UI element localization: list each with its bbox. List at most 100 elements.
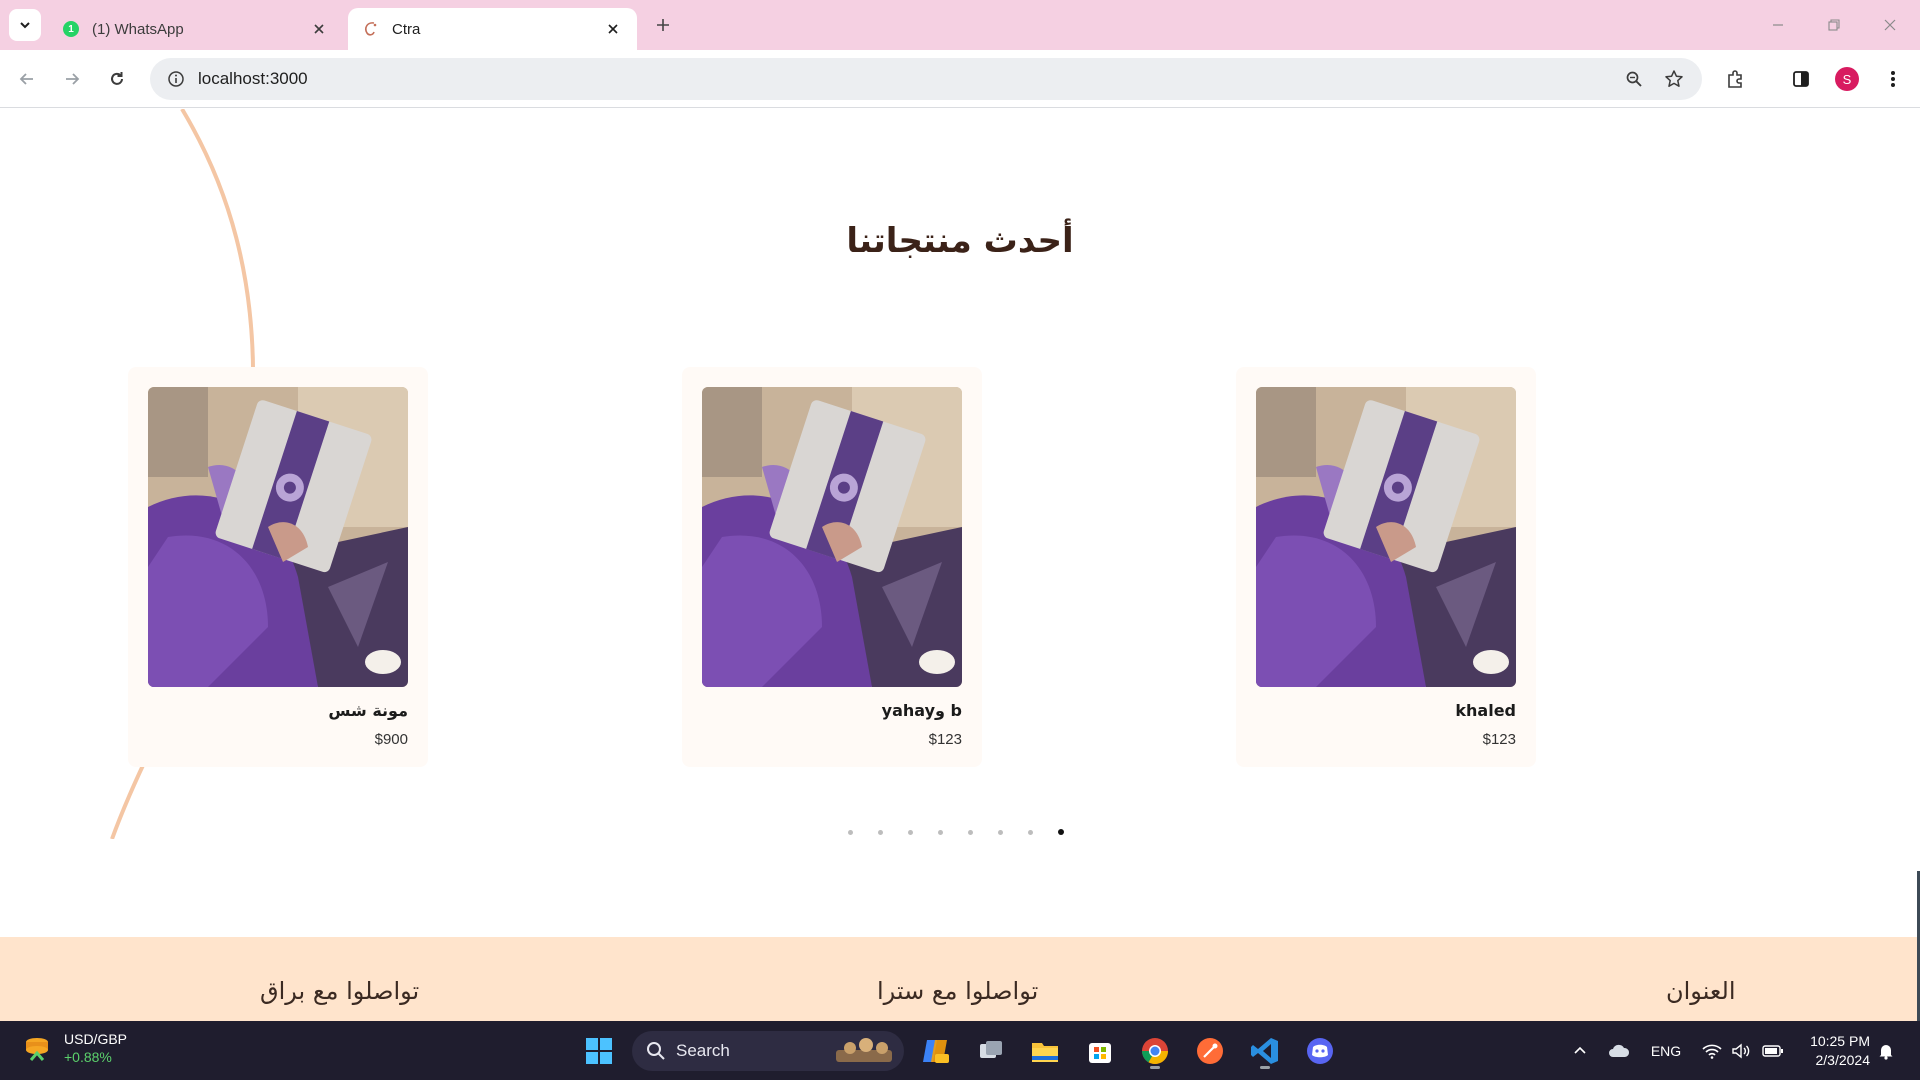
taskbar-chrome[interactable] (1135, 1031, 1175, 1071)
product-price: $900 (374, 731, 408, 748)
menu-button[interactable] (1876, 62, 1910, 96)
tab-strip: 1 (1) WhatsApp Ctra (0, 0, 1920, 50)
bookmark-star-icon[interactable] (1654, 59, 1694, 99)
section-title: أحدث منتجاتنا (846, 221, 1074, 261)
page-content: أحدث منتجاتنا مونة شس $900 b وyahay $123… (0, 109, 1920, 1021)
carousel-dot[interactable] (998, 827, 1028, 837)
currency-widget[interactable]: USD/GBP +0.88% (22, 1031, 127, 1065)
site-info-icon[interactable] (156, 59, 196, 99)
taskbar-vscode[interactable] (1245, 1031, 1285, 1071)
volume-icon[interactable] (1729, 1031, 1753, 1071)
start-button[interactable] (579, 1031, 619, 1071)
dot-indicator (908, 829, 913, 835)
close-icon (1884, 19, 1896, 31)
widget-title: USD/GBP (64, 1031, 128, 1047)
profile-button[interactable]: S (1830, 62, 1864, 96)
windows-icon (586, 1038, 612, 1064)
close-icon[interactable] (603, 19, 623, 39)
product-card[interactable]: khaled $123 (1236, 367, 1536, 767)
address-bar[interactable]: localhost:3000 (150, 58, 1702, 100)
dot-indicator (998, 829, 1003, 835)
store-icon (1089, 1043, 1111, 1063)
carousel-dot[interactable] (938, 827, 968, 837)
taskbar-file-explorer[interactable] (1025, 1031, 1065, 1071)
extensions-button[interactable] (1718, 62, 1752, 96)
close-icon[interactable] (309, 19, 329, 39)
dot-indicator (938, 829, 943, 835)
product-price: $123 (928, 731, 962, 748)
carousel-dot[interactable] (908, 827, 938, 837)
dot-indicator (968, 829, 973, 835)
tab-search-button[interactable] (9, 9, 41, 41)
product-image[interactable] (702, 387, 962, 687)
task-view-icon (980, 1041, 1002, 1058)
folder-icon (1032, 1043, 1058, 1062)
product-image[interactable] (148, 387, 408, 687)
forward-button[interactable] (55, 62, 89, 96)
dot-indicator (1058, 829, 1064, 835)
taskbar-postman[interactable] (1190, 1031, 1230, 1071)
side-panel-button[interactable] (1784, 62, 1818, 96)
puzzle-icon (1728, 70, 1742, 88)
tab-title: (1) WhatsApp (92, 20, 184, 38)
ctra-logo-icon (362, 20, 380, 38)
product-card[interactable]: b وyahay $123 (682, 367, 982, 767)
taskbar: USD/GBP +0.88% Search ENG 10:25 PM 2/3/2… (0, 1021, 1920, 1080)
postman-icon (1197, 1038, 1223, 1064)
vscode-icon (1251, 1038, 1278, 1064)
arrow-right-icon (66, 73, 80, 85)
side-panel-icon (1793, 71, 1809, 87)
dot-indicator (878, 829, 883, 835)
reload-button[interactable] (100, 62, 134, 96)
carousel-dot[interactable] (878, 827, 908, 837)
widget-value: +0.88% (64, 1049, 112, 1065)
clock-time: 10:25 PM (1810, 1033, 1870, 1049)
taskbar-store[interactable] (1080, 1031, 1120, 1071)
dot-indicator (1028, 829, 1033, 835)
carousel-pagination (848, 827, 1088, 837)
plus-icon (657, 19, 669, 31)
product-name[interactable]: b وyahay (882, 701, 962, 720)
arrow-left-icon (19, 73, 33, 85)
tab-title: Ctra (392, 20, 421, 38)
taskbar-search[interactable]: Search (632, 1031, 904, 1071)
chevron-down-icon (20, 22, 30, 29)
product-name[interactable]: khaled (1455, 701, 1516, 720)
footer: تواصلوا مع براق تواصلوا مع سترا العنوان (0, 937, 1920, 1021)
new-tab-button[interactable] (648, 10, 678, 40)
zoom-icon[interactable] (1614, 59, 1654, 99)
url-text[interactable]: localhost:3000 (198, 69, 1614, 89)
footer-heading-contact-buraq: تواصلوا مع براق (260, 977, 420, 1005)
back-button[interactable] (10, 62, 44, 96)
show-hidden-icons-button[interactable] (1566, 1031, 1594, 1071)
carousel-dot[interactable] (848, 827, 878, 837)
more-vert-icon (1891, 71, 1895, 87)
running-indicator (1150, 1066, 1160, 1069)
carousel-dot[interactable] (1028, 827, 1058, 837)
carousel-dot[interactable] (1058, 827, 1088, 837)
product-card[interactable]: مونة شس $900 (128, 367, 428, 767)
tab-ctra[interactable]: Ctra (348, 8, 637, 50)
taskbar-copilot[interactable] (916, 1031, 956, 1071)
language-indicator[interactable]: ENG (1648, 1031, 1684, 1071)
taskbar-task-view[interactable] (971, 1031, 1011, 1071)
copilot-icon (923, 1040, 949, 1063)
onedrive-icon[interactable] (1604, 1031, 1634, 1071)
taskbar-clock[interactable]: 10:25 PM 2/3/2024 (1800, 1032, 1870, 1070)
avatar: S (1835, 67, 1859, 91)
tab-whatsapp[interactable]: 1 (1) WhatsApp (48, 8, 343, 50)
browser-toolbar: localhost:3000 S (0, 50, 1920, 108)
battery-icon[interactable] (1760, 1031, 1786, 1071)
carousel-dot[interactable] (968, 827, 998, 837)
close-window-button[interactable] (1862, 0, 1918, 50)
product-image[interactable] (1256, 387, 1516, 687)
product-name[interactable]: مونة شس (328, 701, 408, 720)
restore-icon (1828, 19, 1840, 31)
restore-button[interactable] (1806, 0, 1862, 50)
minimize-icon (1773, 24, 1783, 26)
running-indicator (1260, 1066, 1270, 1069)
wifi-icon[interactable] (1700, 1031, 1724, 1071)
notifications-bell-icon[interactable] (1874, 1031, 1898, 1071)
taskbar-discord[interactable] (1300, 1031, 1340, 1071)
minimize-button[interactable] (1750, 0, 1806, 50)
